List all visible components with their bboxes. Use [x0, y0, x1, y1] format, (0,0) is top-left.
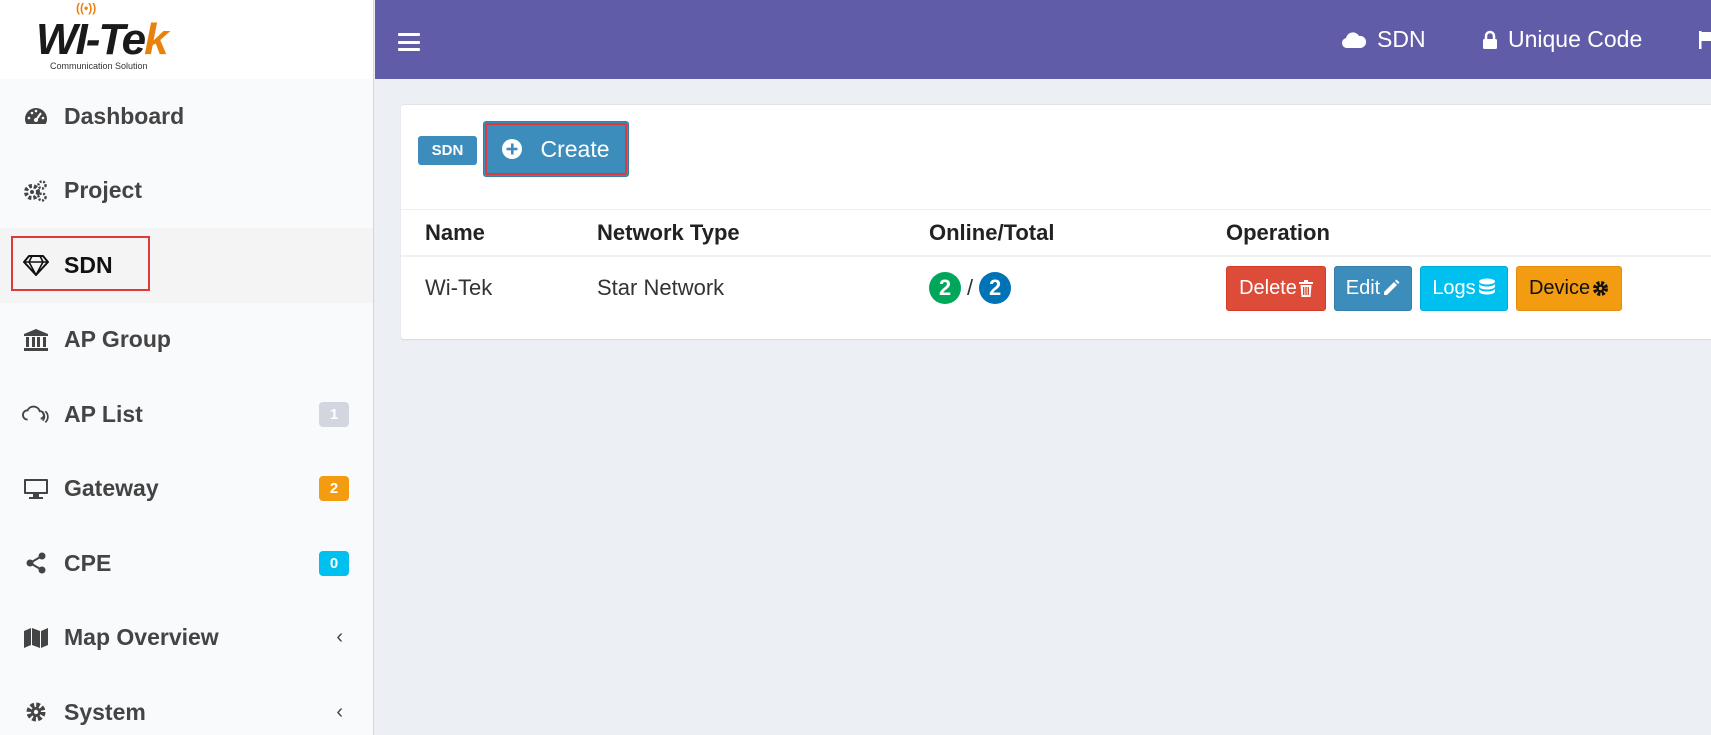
database-icon — [1478, 278, 1496, 298]
map-icon — [22, 626, 50, 650]
share-icon — [22, 551, 50, 575]
total-count-badge: 2 — [979, 272, 1012, 304]
logs-button-label: Logs — [1432, 276, 1476, 299]
sidebar-item-label: System — [64, 698, 146, 725]
cloud-wifi-icon — [22, 402, 50, 426]
column-header-network-type: Network Type — [597, 219, 740, 245]
sidebar-item-project[interactable]: Project — [0, 154, 373, 229]
sidebar-item-system[interactable]: System ‹ — [0, 675, 373, 735]
trash-icon — [1298, 279, 1313, 297]
nav-sdn-link[interactable]: SDN — [1341, 0, 1426, 79]
logo[interactable]: ((•)) WI-Tek Communication Solution — [0, 0, 373, 79]
cloud-icon — [1341, 31, 1367, 49]
delete-button[interactable]: Delete — [1226, 265, 1326, 311]
sidebar-item-label: Gateway — [64, 475, 159, 502]
sidebar-item-ap-list[interactable]: AP List 1 — [0, 377, 373, 452]
create-button[interactable]: Create — [483, 121, 629, 177]
chevron-left-icon[interactable]: ‹ — [336, 701, 343, 724]
sidebar-item-ap-group[interactable]: AP Group — [0, 303, 373, 378]
sidebar: ((•)) WI-Tek Communication Solution Dash… — [0, 0, 374, 735]
logs-button[interactable]: Logs — [1420, 265, 1508, 311]
nav-unique-code-link[interactable]: Unique Code — [1482, 0, 1642, 79]
column-header-online-total: Online/Total — [929, 219, 1055, 245]
diamond-icon — [22, 253, 50, 277]
device-button[interactable]: Device — [1516, 265, 1622, 311]
logo-signal-icon: ((•)) — [76, 0, 97, 15]
desktop-icon — [22, 477, 50, 501]
cell-name: Wi-Tek — [425, 275, 493, 300]
create-button-label: Create — [540, 135, 610, 162]
plus-circle-icon — [502, 139, 523, 159]
sidebar-item-dashboard[interactable]: Dashboard — [0, 79, 373, 154]
sidebar-item-label: AP Group — [64, 326, 171, 353]
sdn-table: Name Network Type Online/Total Operation… — [401, 209, 1711, 319]
table-row: Wi-Tek Star Network 2 / 2 Delete Edit Lo… — [401, 257, 1711, 319]
sidebar-item-map-overview[interactable]: Map Overview ‹ — [0, 601, 373, 676]
gears-icon — [22, 179, 50, 203]
pencil-icon — [1382, 279, 1400, 297]
cell-network-type: Star Network — [597, 275, 725, 300]
ap-count-badge: 1 — [319, 401, 349, 427]
logo-subtitle: Communication Solution — [50, 60, 148, 71]
edit-button-label: Edit — [1345, 276, 1381, 299]
gear-icon — [22, 700, 50, 724]
gateway-count-badge: 2 — [319, 476, 349, 502]
nav-sdn-label: SDN — [1377, 26, 1426, 52]
nav-language-flag[interactable] — [1698, 0, 1711, 79]
sidebar-item-label: CPE — [64, 549, 112, 576]
sidebar-item-label: Project — [64, 177, 142, 204]
sidebar-item-gateway[interactable]: Gateway 2 — [0, 452, 373, 527]
cpe-count-badge: 0 — [319, 550, 349, 576]
cell-online-total: 2 / 2 — [929, 257, 1012, 319]
sidebar-menu: Dashboard Project SDN AP Group AP List 1… — [0, 79, 373, 735]
table-header: Name Network Type Online/Total Operation — [401, 209, 1711, 257]
hamburger-menu-icon[interactable] — [398, 33, 420, 51]
sidebar-item-cpe[interactable]: CPE 0 — [0, 526, 373, 601]
chevron-left-icon[interactable]: ‹ — [336, 626, 343, 649]
sidebar-item-label: Map Overview — [64, 624, 219, 651]
online-count-badge: 2 — [929, 272, 961, 304]
sidebar-item-label: AP List — [64, 400, 143, 427]
cell-operations: Delete Edit Logs Device — [1226, 257, 1630, 319]
flag-icon — [1698, 30, 1711, 50]
lock-icon — [1482, 30, 1498, 50]
delete-button-label: Delete — [1239, 276, 1297, 299]
nav-unique-code-label: Unique Code — [1508, 26, 1643, 52]
bank-icon — [22, 328, 50, 352]
sdn-panel: SDN Create Name Network Type Online/Tota… — [401, 104, 1711, 339]
logo-wordmark: ((•)) WI-Tek Communication Solution — [36, 0, 169, 71]
sidebar-item-label: Dashboard — [64, 102, 185, 129]
sidebar-item-label: SDN — [64, 251, 113, 278]
cog-icon — [1592, 280, 1609, 297]
device-button-label: Device — [1528, 276, 1591, 299]
top-navbar: SDN Unique Code — [375, 0, 1711, 79]
sidebar-item-sdn[interactable]: SDN — [0, 228, 373, 303]
section-label: SDN — [418, 136, 477, 165]
column-header-operation: Operation — [1226, 219, 1330, 245]
count-separator: / — [967, 275, 974, 300]
column-header-name: Name — [425, 219, 485, 245]
edit-button[interactable]: Edit — [1334, 265, 1412, 311]
dashboard-icon — [22, 104, 50, 128]
